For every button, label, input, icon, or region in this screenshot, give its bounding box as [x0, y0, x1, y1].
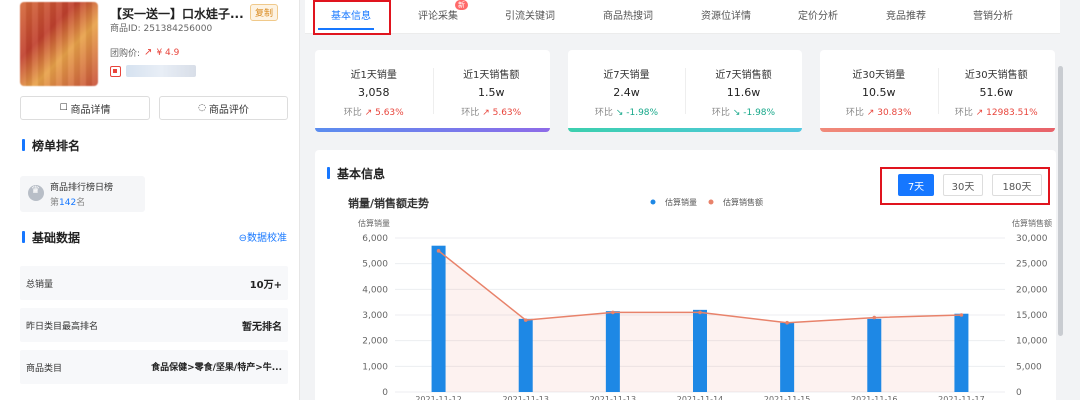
basic-row-category-rank: 昨日类目最高排名 暂无排名: [20, 308, 288, 342]
stat-value: 2.4w: [613, 86, 640, 99]
scrollbar[interactable]: [1058, 66, 1063, 336]
stat-label: 近7天销量: [603, 70, 650, 81]
stat-sales: 近1天销量 3,058 环比 ↗ 5.63%: [315, 50, 433, 128]
ranking-section-title: 榜单排名: [22, 137, 80, 154]
copy-button[interactable]: 复制: [250, 4, 279, 21]
stat-revenue: 近1天销售额 1.5w 环比 ↗ 5.63%: [433, 50, 551, 128]
basic-data-section-title: 基础数据: [22, 229, 80, 246]
row-value: 10万+: [249, 280, 282, 291]
tab-marketing-analysis[interactable]: 营销分析: [973, 7, 1013, 22]
stat-value: 11.6w: [726, 86, 761, 99]
tab-competitor-recommend[interactable]: 竞品推荐: [886, 7, 926, 22]
product-id: 商品ID: 251384256000: [110, 24, 213, 34]
stat-revenue: 近7天销售额 11.6w 环比 ↘ -1.98%: [685, 50, 802, 128]
data-calibrate-link[interactable]: ⊖数据校准: [239, 229, 287, 244]
row-value: 暂无排名: [242, 322, 282, 333]
row-value: 食品保健>零食/坚果/特产>牛...: [151, 363, 282, 373]
basic-row-category: 商品类目 食品保健>零食/坚果/特产>牛...: [20, 350, 288, 384]
stat-label: 近1天销量: [350, 70, 397, 81]
calibrate-icon: ⊖: [238, 233, 247, 244]
highlight-box-range: [880, 167, 1050, 205]
shop-name-blurred[interactable]: [126, 65, 196, 77]
stat-change: 环比 ↗ 30.83%: [845, 108, 912, 118]
stat-sales: 近30天销量 10.5w 环比 ↗ 30.83%: [820, 50, 938, 128]
price-value: ¥ 4.9: [156, 47, 180, 58]
stat-change: 环比 ↗ 5.63%: [343, 108, 404, 118]
stat-change: 环比 ↘ -1.98%: [711, 108, 776, 118]
shop-row: [110, 65, 196, 77]
chart-section-title: 基本信息: [327, 165, 385, 182]
highlight-box-tab: [313, 0, 391, 35]
stat-change: 环比 ↗ 5.63%: [461, 108, 522, 118]
row-key: 商品类目: [26, 364, 63, 374]
stat-value: 51.6w: [979, 86, 1014, 99]
stat-card-7day: 近7天销量 2.4w 环比 ↘ -1.98% 近7天销售额 11.6w 环比 ↘…: [568, 50, 802, 132]
row-key: 总销量: [26, 280, 54, 290]
row-key: 昨日类目最高排名: [26, 322, 99, 332]
basic-row-total-sales: 总销量 10万+: [20, 266, 288, 300]
product-reviews-label: 商品评价: [208, 104, 249, 116]
stat-value: 10.5w: [862, 86, 896, 99]
trend-up-icon: ↗: [866, 108, 875, 118]
new-badge: 新: [455, 0, 468, 10]
stat-label: 近30天销售额: [964, 70, 1028, 81]
shop-icon: [110, 65, 121, 77]
stat-value: 3,058: [358, 86, 390, 99]
product-thumbnail[interactable]: [20, 2, 98, 86]
card-accent-bar: [315, 128, 550, 132]
stat-card-30day: 近30天销量 10.5w 环比 ↗ 30.83% 近30天销售额 51.6w 环…: [820, 50, 1055, 132]
stat-value: 1.5w: [478, 86, 505, 99]
stat-change: 环比 ↗ 12983.51%: [954, 108, 1038, 118]
price-label: 团购价:: [110, 49, 141, 59]
ranking-card[interactable]: 商品排行榜日榜 第142名: [20, 176, 145, 212]
calibrate-label: 数据校准: [247, 233, 287, 244]
stat-change: 环比 ↘ -1.98%: [594, 108, 659, 118]
tab-hot-search-words[interactable]: 商品热搜词: [603, 7, 653, 22]
price-row: 团购价: ↗ ¥ 4.9: [110, 46, 179, 59]
stat-label: 近1天销售额: [463, 70, 520, 81]
stat-label: 近7天销售额: [715, 70, 772, 81]
tab-pricing-analysis[interactable]: 定价分析: [798, 7, 838, 22]
stat-label: 近30天销量: [852, 70, 906, 81]
card-accent-bar: [568, 128, 802, 132]
ranking-name: 商品排行榜日榜: [50, 183, 114, 193]
trend-down-icon: ↘: [732, 108, 741, 118]
ranking-position: 第142名: [50, 198, 86, 208]
card-accent-bar: [820, 128, 1055, 132]
product-details-button[interactable]: ☐ 商品详情: [20, 96, 150, 120]
product-reviews-button[interactable]: ◌ 商品评价: [159, 96, 288, 120]
product-panel: 【买一送一】口水娃子... 复制 商品ID: 251384256000 团购价:…: [0, 0, 300, 400]
trend-down-icon: ↘: [615, 108, 624, 118]
trend-icon[interactable]: ↗: [144, 47, 152, 58]
product-title: 【买一送一】口水娃子...: [110, 7, 244, 21]
stat-revenue: 近30天销售额 51.6w 环比 ↗ 12983.51%: [938, 50, 1056, 128]
crown-icon: [28, 185, 44, 201]
tab-resource-details[interactable]: 资源位详情: [701, 7, 751, 22]
trend-up-icon: ↗: [482, 108, 490, 118]
trend-up-icon: ↗: [364, 108, 373, 118]
tab-traffic-keywords[interactable]: 引流关键词: [505, 7, 555, 22]
stat-sales: 近7天销量 2.4w 环比 ↘ -1.98%: [568, 50, 685, 128]
bag-icon: ☐: [59, 103, 68, 113]
trend-up-icon: ↗: [975, 108, 984, 118]
tab-review-collection[interactable]: 评论采集: [418, 7, 458, 22]
product-details-label: 商品详情: [70, 104, 111, 116]
stat-card-1day: 近1天销量 3,058 环比 ↗ 5.63% 近1天销售额 1.5w 环比 ↗ …: [315, 50, 550, 132]
comment-icon: ◌: [198, 103, 206, 113]
